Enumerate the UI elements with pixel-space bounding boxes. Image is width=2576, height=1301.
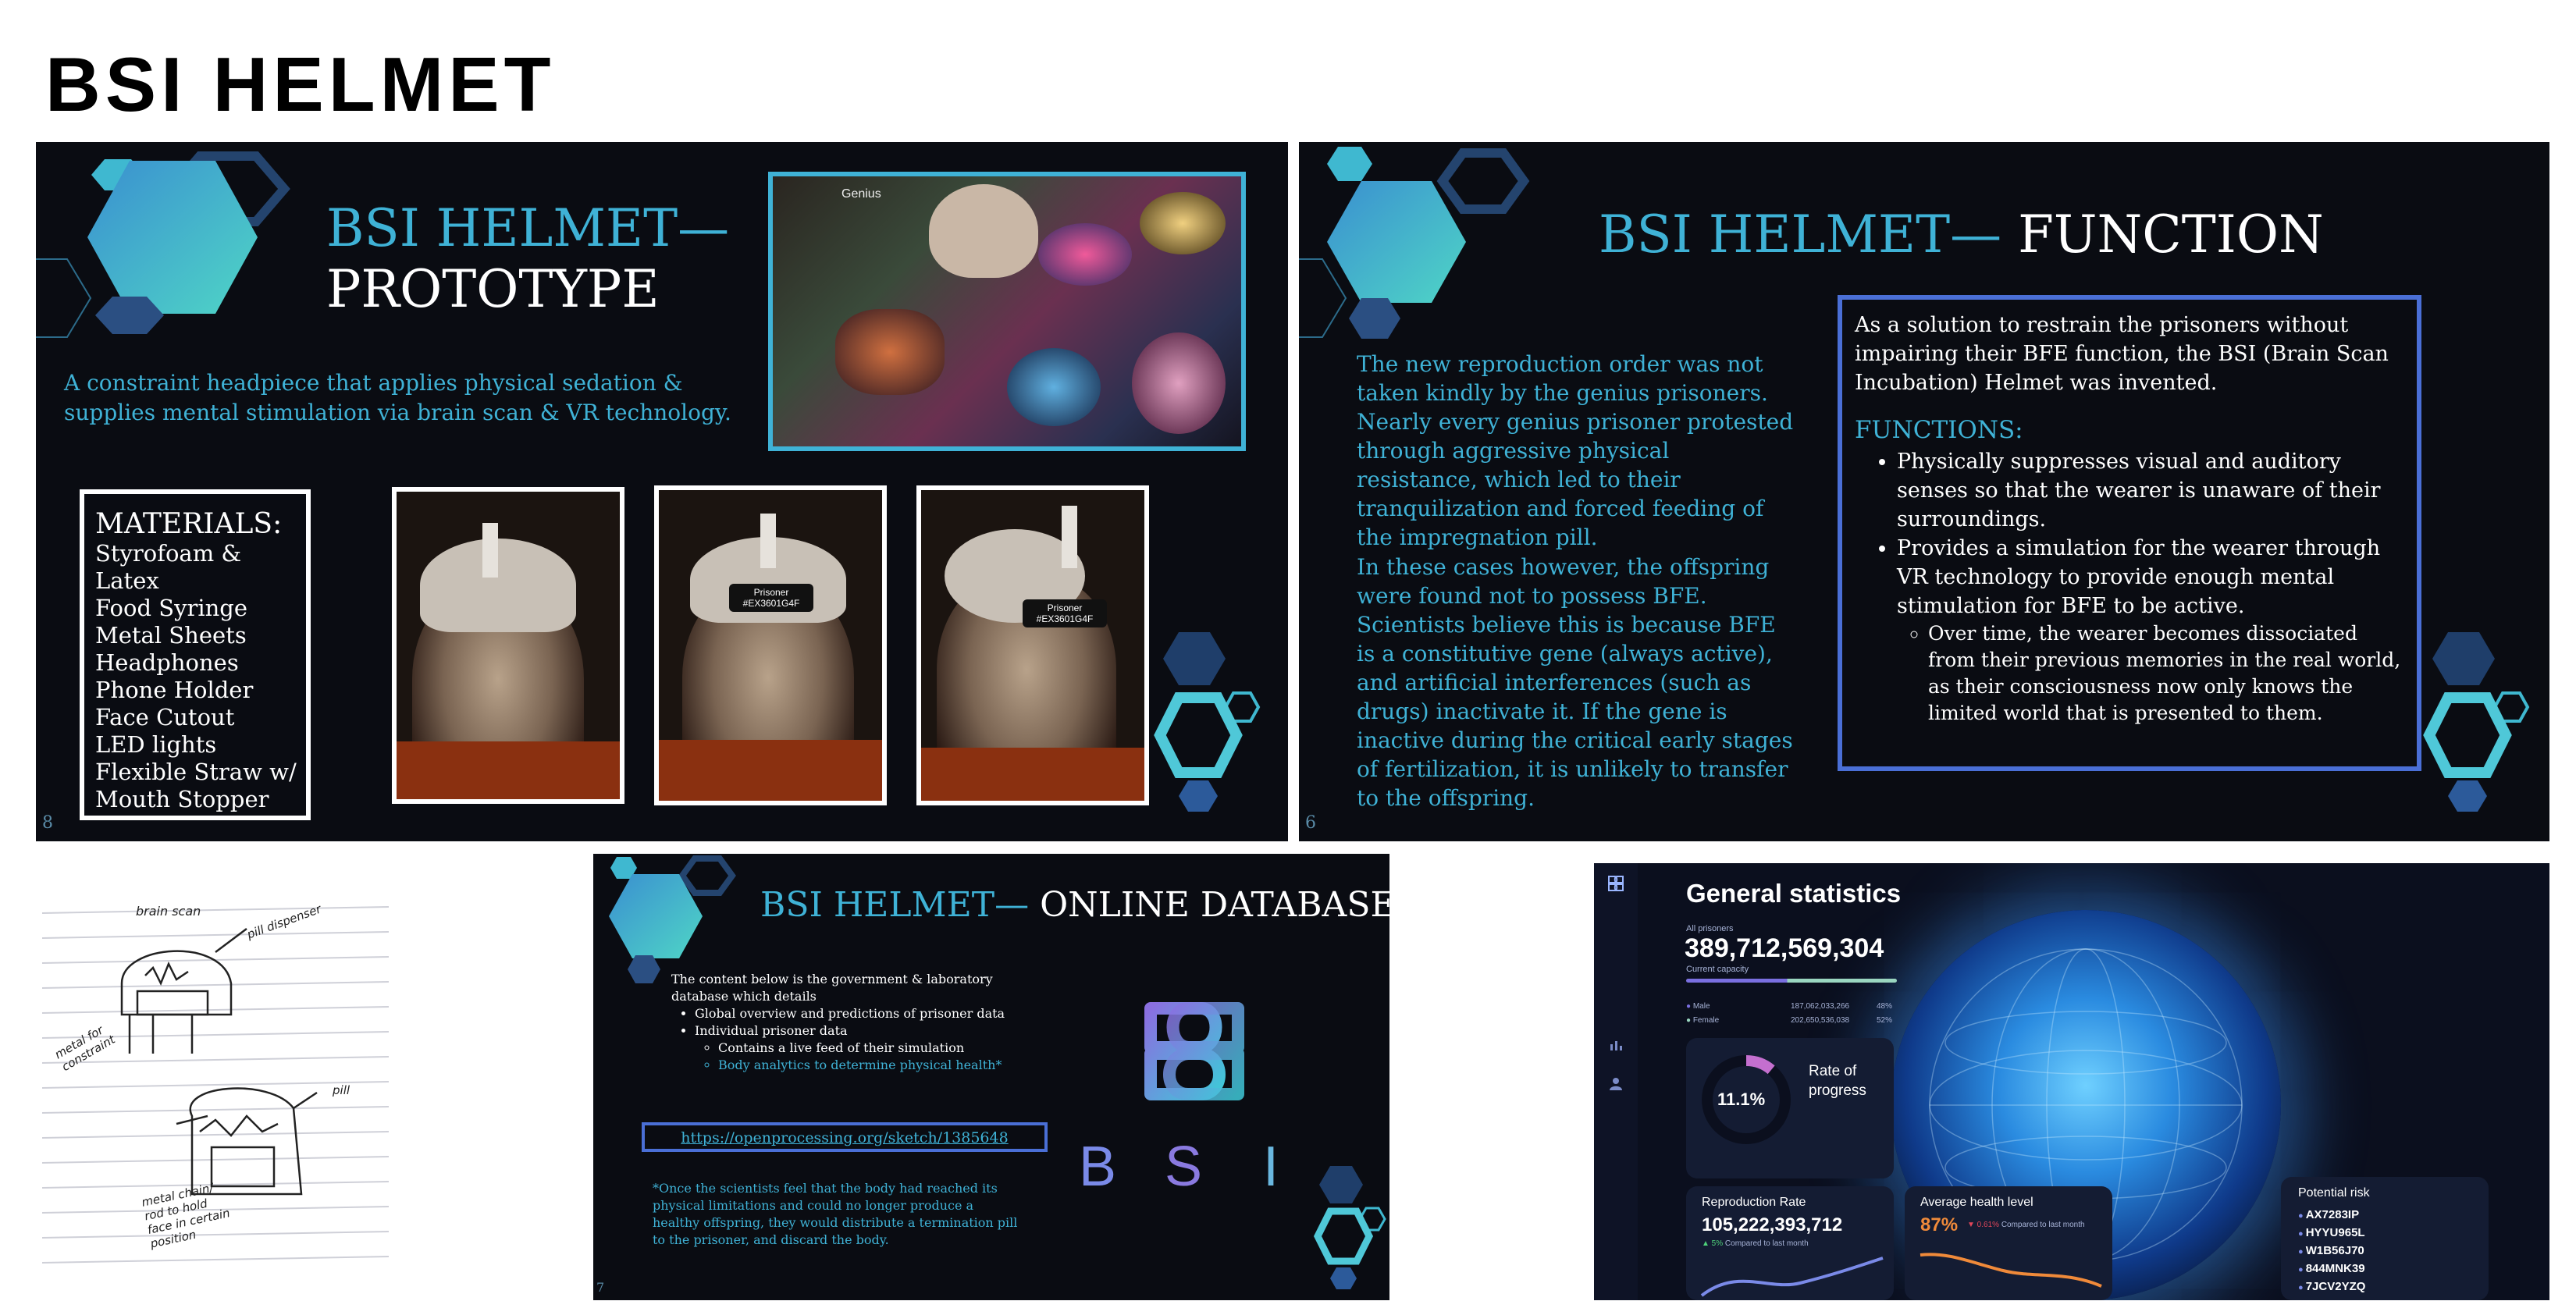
chart-icon[interactable] <box>1608 1036 1624 1052</box>
sketch-label: brain scan <box>136 904 201 919</box>
progress-label: Rate of progress <box>1809 1063 1866 1099</box>
material-item: Metal Sheets <box>95 622 247 649</box>
material-item: Food Syringe <box>95 595 248 621</box>
bsi-logo-icon <box>1144 1002 1244 1100</box>
all-prisoners-value: 389,712,569,304 <box>1685 933 1884 963</box>
reproduction-label: Reproduction Rate <box>1702 1196 1806 1209</box>
risk-list: ● AX7283IP ● HYYU965L ● W1B56J70 ● 844MNK39… <box>2298 1207 2365 1296</box>
slide-number: 8 <box>42 813 53 833</box>
material-item: Styrofoam & Latex <box>95 540 242 594</box>
prototype-photo <box>392 487 624 804</box>
logo-letter: I <box>1263 1136 1279 1198</box>
progress-value: 11.1% <box>1717 1089 1766 1109</box>
database-link[interactable]: https://openprocessing.org/sketch/138564… <box>681 1129 1008 1146</box>
database-footnote: *Once the scientists feel that the body … <box>653 1181 1018 1247</box>
materials-heading: MATERIALS: <box>95 508 283 540</box>
helmet-sketch: brain scan pill dispenser metal for cons… <box>36 898 395 1280</box>
hexagon-decoration <box>36 151 290 338</box>
app-logo-icon[interactable] <box>1606 874 1625 893</box>
female-row: ● Female 202,650,536,038 52% <box>1686 1016 1893 1025</box>
material-item: LED lights <box>95 731 217 758</box>
risk-item[interactable]: ● HYYU965L <box>2298 1225 2365 1242</box>
database-sub-bullet: Body analytics to determine physical hea… <box>718 1057 1030 1074</box>
risk-item[interactable]: ● AX7283IP <box>2298 1207 2365 1225</box>
slide-prototype: BSI HELMET— PROTOTYPE A constraint headp… <box>36 142 1288 841</box>
functions-heading: FUNCTIONS: <box>1855 416 2023 444</box>
slide-title-line1: BSI HELMET— <box>326 198 730 258</box>
database-bullet: Individual prisoner data Contains a live… <box>695 1022 1030 1074</box>
risk-label: Potential risk <box>2298 1186 2370 1200</box>
capacity-bar <box>1686 979 1897 983</box>
risk-dot-icon: ● <box>2298 1229 2306 1239</box>
prototype-photo: Prisoner #EX3601G4F <box>916 485 1149 805</box>
logo-letter: S <box>1165 1136 1203 1198</box>
prototype-photo: Prisoner #EX3601G4F <box>654 485 887 805</box>
page-title: BSI HELMET <box>45 41 556 127</box>
health-change: ▼ 0.61% Compared to last month <box>1967 1221 2085 1229</box>
risk-dot-icon: ● <box>2298 1211 2306 1221</box>
slide-title: BSI HELMET— ONLINE DATABASE <box>760 885 1389 925</box>
functions-list: Physically suppresses visual and auditor… <box>1855 447 2404 727</box>
material-item: Phone Holder <box>95 677 254 703</box>
user-icon[interactable] <box>1608 1075 1624 1091</box>
risk-dot-icon: ● <box>2298 1247 2306 1257</box>
database-link-box[interactable]: https://openprocessing.org/sketch/138564… <box>642 1122 1048 1152</box>
material-item: Face Cutout <box>95 704 235 730</box>
material-item: Mouth Stopper <box>95 786 269 812</box>
slide-title-part2: FUNCTION <box>2018 204 2324 265</box>
male-row: ● Male 187,062,033,266 48% <box>1686 1002 1893 1011</box>
slide-title: BSI HELMET— FUNCTION <box>1599 204 2324 265</box>
slide-title-part1: BSI HELMET— <box>1599 204 2019 265</box>
database-bullet: Global overview and predictions of priso… <box>695 1005 1030 1022</box>
hexagon-decoration <box>1154 632 1261 812</box>
sketch-label: pill <box>333 1083 350 1097</box>
slide-title-line2: PROTOTYPE <box>326 259 660 319</box>
slide-title-part2: ONLINE DATABASE <box>1040 885 1389 925</box>
risk-dot-icon: ● <box>2298 1265 2306 1274</box>
slide-description: A constraint headpiece that applies phys… <box>64 370 731 425</box>
reproduction-sparkline <box>1700 1257 1884 1297</box>
slide-number: 7 <box>596 1280 605 1295</box>
risk-item[interactable]: ● 7JCV2YZQ <box>2298 1278 2365 1296</box>
database-sub-bullet: Contains a live feed of their simulation <box>718 1040 1030 1057</box>
slide-number: 6 <box>1305 813 1316 833</box>
function-bullet: Physically suppresses visual and auditor… <box>1897 447 2404 534</box>
reproduction-change: ▲ 5% Compared to last month <box>1702 1239 1809 1248</box>
all-prisoners-label: All prisoners <box>1686 924 1734 933</box>
functions-box: As a solution to restrain the prisoners … <box>1838 295 2421 771</box>
risk-dot-icon: ● <box>2298 1283 2306 1292</box>
risk-item[interactable]: ● 844MNK39 <box>2298 1260 2365 1278</box>
prisoner-label: Prisoner #EX3601G4F <box>1023 599 1107 627</box>
logo-letter: B <box>1079 1136 1117 1198</box>
health-label: Average health level <box>1920 1196 2033 1209</box>
box-intro: As a solution to restrain the prisoners … <box>1855 313 2389 395</box>
hexagon-decoration <box>1299 147 1530 339</box>
material-item: Flexible Straw w/ <box>95 759 297 785</box>
health-sparkline <box>1920 1253 2102 1288</box>
capacity-label: Current capacity <box>1686 965 1749 974</box>
prisoner-label: Prisoner #EX3601G4F <box>729 584 813 612</box>
slide-database: BSI HELMET— ONLINE DATABASE The content … <box>593 854 1389 1300</box>
slide-function: BSI HELMET— FUNCTION The new reproductio… <box>1299 142 2549 841</box>
materials-box: MATERIALS: Styrofoam & Latex Food Syringe… <box>80 489 311 820</box>
function-sub-bullet: Over time, the wearer becomes dissociate… <box>1928 620 2404 727</box>
paragraph-1: The new reproduction order was not taken… <box>1357 351 1794 550</box>
database-intro: The content below is the government & la… <box>671 971 1030 1074</box>
hexagon-decoration <box>1313 1166 1386 1289</box>
material-item: Headphones <box>95 649 239 676</box>
hexagon-decoration <box>2423 632 2530 812</box>
reproduction-value: 105,222,393,712 <box>1702 1214 1843 1235</box>
slide-title-part1: BSI HELMET— <box>760 885 1041 925</box>
health-value: 87% <box>1920 1214 1959 1235</box>
paragraph-2: In these cases however, the offspring we… <box>1357 554 1793 811</box>
collage-image: Genius <box>768 172 1246 451</box>
dashboard: General statistics All prisoners 389,712… <box>1594 863 2549 1300</box>
risk-item[interactable]: ● W1B56J70 <box>2298 1242 2365 1260</box>
collage-caption: Genius <box>841 187 881 201</box>
materials-list: Styrofoam & Latex Food Syringe Metal Sheet… <box>95 540 306 813</box>
function-bullet: Provides a simulation for the wearer thr… <box>1897 534 2404 727</box>
dashboard-heading: General statistics <box>1686 879 1902 908</box>
